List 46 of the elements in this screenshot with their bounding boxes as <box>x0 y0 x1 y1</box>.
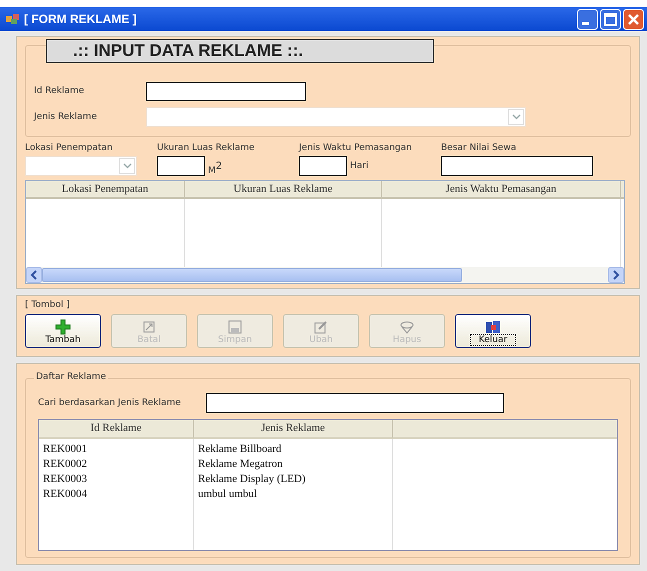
input-field[interactable] <box>299 156 347 176</box>
group-title: Daftar Reklame <box>34 372 108 382</box>
group-title: [ Tombol ] <box>25 300 71 310</box>
table-cell-text: umbul umbul <box>197 487 258 502</box>
window-title: [ FORM REKLAME ] <box>24 12 138 26</box>
table-cell-text: Reklame Billboard <box>197 442 282 457</box>
column-header[interactable]: Jenis Waktu Pemasangan <box>382 181 621 199</box>
field-label: Id Reklame <box>34 86 86 96</box>
table-cell-text: REK0001 <box>42 442 88 457</box>
scroll-thumb[interactable] <box>42 268 462 282</box>
scroll-left-icon[interactable] <box>26 267 42 283</box>
field-label: Lokasi Penempatan <box>25 143 114 153</box>
input-field[interactable] <box>157 156 205 176</box>
field-label: Cari berdasarkan Jenis Reklame <box>38 398 182 408</box>
toolbar-button[interactable]: Keluar <box>455 314 531 348</box>
column-header[interactable]: Jenis Reklame <box>194 420 393 439</box>
pencil-icon <box>313 319 329 335</box>
door-icon <box>485 319 501 335</box>
plus-icon <box>55 319 71 335</box>
input-field[interactable] <box>146 82 306 100</box>
dish-icon <box>399 319 415 335</box>
field-label: Jenis Waktu Pemasangan <box>299 143 413 153</box>
toolbar-button[interactable]: Tambah <box>25 314 101 348</box>
field-label: Besar Nilai Sewa <box>441 143 518 153</box>
table-cell-text: REK0004 <box>42 487 88 502</box>
column-header[interactable]: Lokasi Penempatan <box>26 181 185 199</box>
column-header[interactable]: Id Reklame <box>39 420 194 439</box>
document-icon <box>141 319 157 335</box>
horizontal-scrollbar[interactable] <box>26 267 624 283</box>
scroll-right-icon[interactable] <box>608 267 624 283</box>
field-label: Jenis Reklame <box>34 112 98 122</box>
search-field[interactable] <box>206 393 504 413</box>
maximize-icon[interactable] <box>600 8 621 30</box>
column-header[interactable]: Ukuran Luas Reklame <box>185 181 382 199</box>
section-heading: .:: INPUT DATA REKLAME ::. <box>46 39 434 63</box>
close-icon[interactable] <box>623 8 644 30</box>
unit-label: Hari <box>349 160 368 171</box>
app-icon <box>6 13 20 25</box>
header-filler <box>621 181 624 199</box>
table-cell-text: Reklame Display (LED) <box>197 472 307 487</box>
input-field[interactable] <box>441 156 593 176</box>
minimize-icon[interactable] <box>577 8 598 30</box>
field-label: Ukuran Luas Reklame <box>157 143 256 153</box>
table-cell-text: REK0002 <box>42 457 88 472</box>
table-cell-text: REK0003 <box>42 472 88 487</box>
table-cell-text: Reklame Megatron <box>197 457 284 472</box>
